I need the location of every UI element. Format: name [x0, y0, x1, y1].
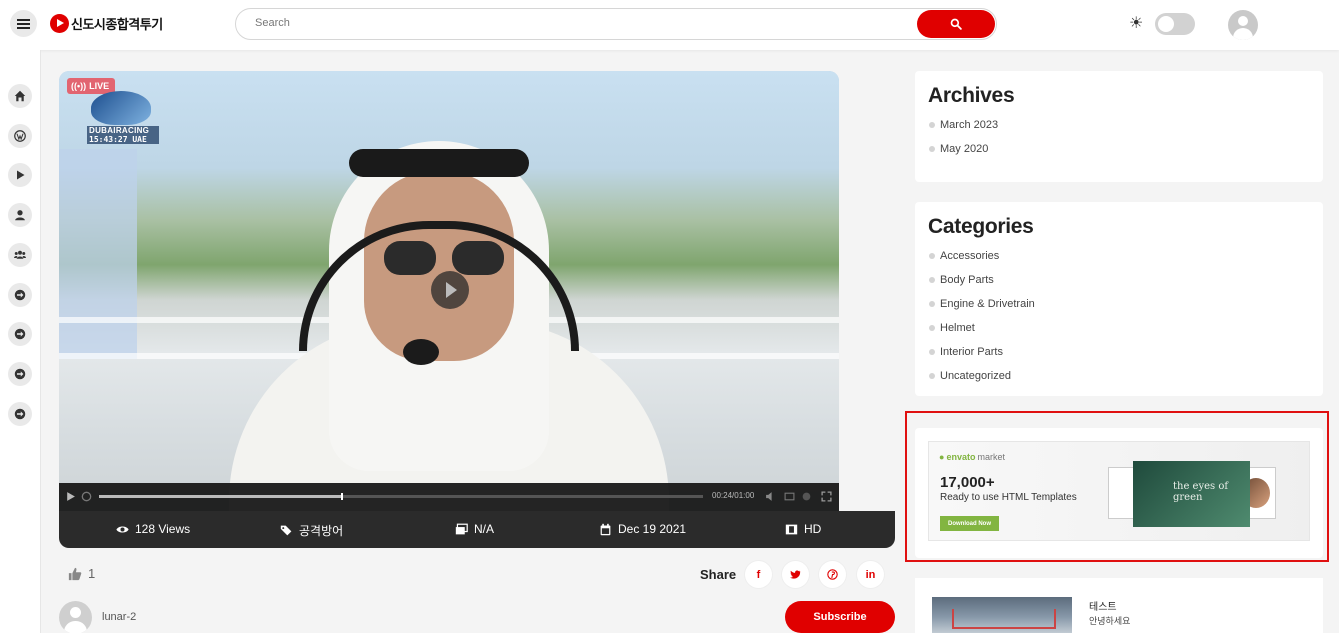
- calendar-icon: [600, 523, 611, 535]
- category-meta: N/A: [455, 522, 494, 536]
- arrow-right-icon[interactable]: [8, 402, 32, 426]
- share-label: Share: [700, 567, 737, 582]
- search-input[interactable]: [255, 17, 855, 29]
- views-meta: 128 Views: [116, 522, 190, 536]
- channel-avatar[interactable]: [59, 601, 92, 633]
- fullscreen-icon[interactable]: [821, 491, 832, 502]
- facebook-share-button[interactable]: f: [745, 561, 772, 588]
- progress-fill: [99, 495, 341, 498]
- highlight-frame: [905, 411, 1329, 562]
- categories-title: Categories: [928, 215, 1034, 238]
- archive-link[interactable]: March 2023: [929, 113, 998, 137]
- categories-widget: Categories Accessories Body Parts Engine…: [915, 202, 1323, 396]
- sunglasses: [384, 241, 504, 275]
- play-icon[interactable]: [65, 491, 76, 502]
- replay-icon[interactable]: [81, 491, 92, 502]
- menu-icon: [17, 22, 30, 25]
- microphone: [403, 339, 439, 365]
- tag-meta[interactable]: 공격방어: [280, 522, 343, 539]
- search-icon: [950, 18, 962, 30]
- player-controls: 00:24/01:00: [59, 483, 839, 511]
- twitter-share-button[interactable]: [782, 561, 809, 588]
- category-link[interactable]: Accessories: [929, 244, 1035, 268]
- category-label: N/A: [474, 522, 495, 536]
- quality-label: HD: [804, 522, 822, 536]
- date-label: Dec 19 2021: [618, 522, 687, 536]
- eye-icon: [116, 525, 129, 533]
- channel-watermark: DUBAIRACING 15:43:27 UAE: [87, 91, 159, 144]
- thumbs-up-icon: [68, 567, 82, 580]
- top-header: 신도시종합격투기 ☀: [0, 0, 1339, 50]
- site-logo[interactable]: 신도시종합격투기: [50, 14, 163, 33]
- recommended-title[interactable]: 테스트: [1089, 598, 1117, 613]
- users-icon[interactable]: [8, 243, 32, 267]
- user-icon[interactable]: [8, 203, 32, 227]
- home-icon[interactable]: [8, 84, 32, 108]
- arrow-right-icon[interactable]: [8, 322, 32, 346]
- category-link[interactable]: Body Parts: [929, 268, 1035, 292]
- facebook-icon: f: [756, 568, 761, 581]
- quality-meta: HD: [785, 522, 821, 536]
- category-link[interactable]: Helmet: [929, 316, 1035, 340]
- pinterest-icon: [827, 569, 838, 580]
- video-meta-bar: 128 Views 공격방어 N/A Dec 19 2021 HD: [59, 511, 895, 548]
- captions-icon[interactable]: [784, 491, 795, 502]
- gallery-icon: [455, 523, 468, 534]
- dark-mode-toggle[interactable]: [1155, 13, 1195, 35]
- subscribe-button[interactable]: Subscribe: [785, 601, 895, 633]
- tag-label[interactable]: 공격방어: [299, 522, 343, 539]
- channel-watermark-name: DUBAIRACING: [87, 126, 159, 135]
- progress-handle[interactable]: [340, 493, 343, 500]
- play-logo-icon: [50, 14, 69, 33]
- tags-icon: [280, 525, 292, 536]
- film-icon: [785, 524, 798, 534]
- archives-list: March 2023 May 2020: [929, 113, 998, 161]
- play-overlay-button[interactable]: [431, 271, 469, 309]
- recommended-video[interactable]: 테스트 안녕하세요: [915, 578, 1323, 633]
- user-avatar[interactable]: [1228, 10, 1258, 40]
- date-meta: Dec 19 2021: [599, 522, 686, 536]
- category-link[interactable]: Interior Parts: [929, 340, 1035, 364]
- channel-name[interactable]: lunar-2: [102, 611, 136, 623]
- settings-icon[interactable]: [801, 491, 812, 502]
- linkedin-share-button[interactable]: in: [857, 561, 884, 588]
- broadcast-icon: ((•)): [71, 81, 87, 91]
- volume-icon[interactable]: [765, 491, 776, 502]
- background-board: [59, 149, 137, 359]
- time-display: 00:24/01:00: [712, 491, 755, 500]
- video-player[interactable]: ((•)) LIVE DUBAIRACING 15:43:27 UAE 00:2…: [59, 71, 839, 511]
- categories-list: Accessories Body Parts Engine & Drivetra…: [929, 244, 1035, 388]
- recommended-thumbnail[interactable]: [932, 597, 1072, 633]
- presenter-headband: [349, 149, 529, 177]
- linkedin-icon: in: [865, 568, 876, 581]
- arrow-right-icon[interactable]: [8, 283, 32, 307]
- search-button[interactable]: [917, 10, 995, 38]
- category-link[interactable]: Engine & Drivetrain: [929, 292, 1035, 316]
- archive-link[interactable]: May 2020: [929, 137, 998, 161]
- horse-logo-icon: [91, 91, 151, 125]
- search-bar: [235, 8, 997, 40]
- like-button[interactable]: 1: [68, 566, 95, 581]
- channel-watermark-time: 15:43:27 UAE: [87, 135, 159, 144]
- live-label: LIVE: [89, 81, 110, 91]
- twitter-icon: [790, 570, 801, 579]
- recommended-subtitle: 안녕하세요: [1089, 616, 1131, 626]
- hamburger-menu-button[interactable]: [10, 10, 37, 37]
- wordpress-icon[interactable]: [8, 124, 32, 148]
- archives-widget: Archives March 2023 May 2020: [915, 71, 1323, 182]
- arrow-right-icon[interactable]: [8, 362, 32, 386]
- views-count: 128 Views: [135, 522, 191, 536]
- category-link[interactable]: Uncategorized: [929, 364, 1035, 388]
- like-count: 1: [88, 566, 96, 581]
- sun-icon: ☀: [1129, 15, 1144, 32]
- logo-text: 신도시종합격투기: [71, 18, 163, 33]
- left-nav-rail: [0, 50, 41, 633]
- archives-title: Archives: [928, 84, 1015, 107]
- play-icon[interactable]: [8, 163, 32, 187]
- progress-bar[interactable]: [99, 493, 703, 500]
- pinterest-share-button[interactable]: [819, 561, 846, 588]
